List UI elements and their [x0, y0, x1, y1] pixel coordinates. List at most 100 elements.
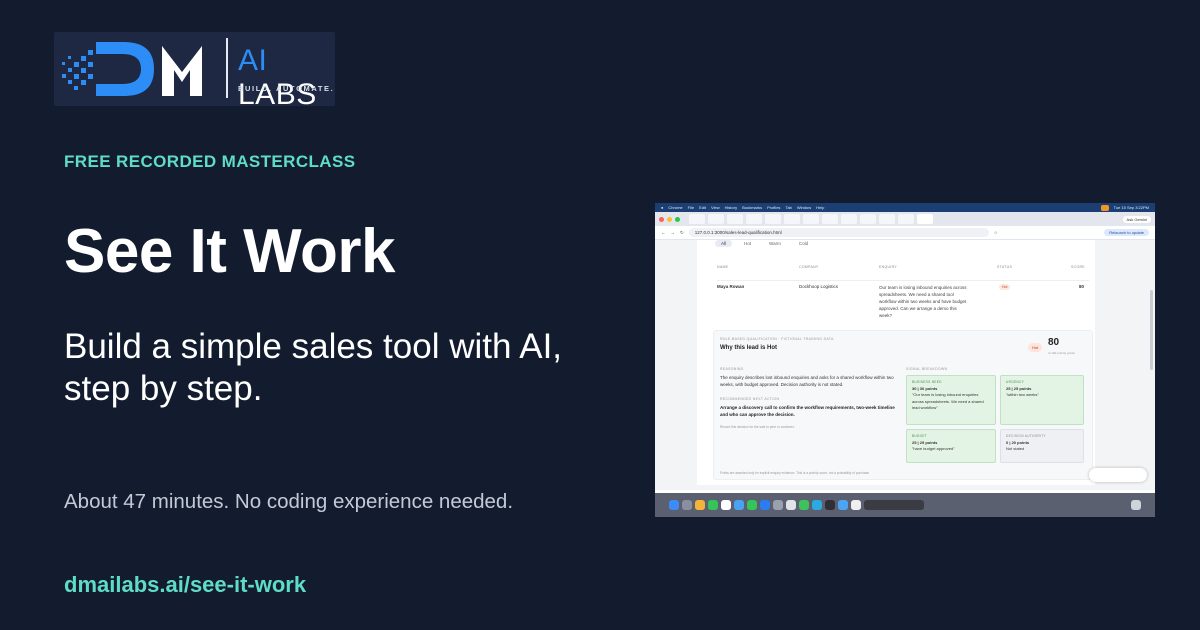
app-screenshot: ● Chrome File Edit View History Bookmark…: [655, 203, 1155, 517]
chrome-icon[interactable]: [734, 500, 744, 510]
lead-company: Dockhoop Logistics: [799, 284, 839, 289]
mac-menubar: ● Chrome File Edit View History Bookmark…: [655, 203, 1155, 212]
browser-tab[interactable]: [765, 214, 781, 224]
next-action-label: RECOMMENDED NEXT ACTION: [720, 397, 780, 401]
dock-recent-windows[interactable]: [864, 500, 924, 510]
subheadline: Build a simple sales tool with AI, step …: [64, 327, 563, 408]
menu-help: Help: [816, 205, 825, 210]
signal-quote: "have budget approved": [912, 446, 955, 451]
calendar-icon[interactable]: [721, 500, 731, 510]
column-header: SCORE: [1071, 265, 1085, 269]
eyebrow-label: FREE RECORDED MASTERCLASS: [64, 152, 356, 171]
forward-icon[interactable]: →: [671, 230, 676, 235]
browser-tab[interactable]: [822, 214, 838, 224]
messages-icon[interactable]: [799, 500, 809, 510]
browser-tab[interactable]: [860, 214, 876, 224]
course-url[interactable]: dmailabs.ai/see-it-work: [64, 572, 306, 598]
filter-all[interactable]: All: [715, 240, 733, 247]
reload-icon[interactable]: ↻: [680, 230, 684, 236]
appstore-icon[interactable]: [760, 500, 770, 510]
numbers-icon[interactable]: [747, 500, 757, 510]
address-bar: ← → ↻ 127.0.0.1:3000/sales-lead-qualific…: [655, 226, 1155, 240]
leads-card: All Hot Warm Cold NAME COMPANY ENQUIRY S…: [697, 240, 1095, 485]
launchpad-icon[interactable]: [682, 500, 692, 510]
signal-quote: Not stated: [1006, 446, 1025, 451]
maximize-icon[interactable]: [675, 216, 680, 222]
logo-divider: [226, 38, 228, 98]
menu-window: Window: [796, 205, 812, 210]
recording-icon: [1100, 204, 1109, 211]
close-icon[interactable]: [659, 216, 664, 222]
reasoning-label: REASONING: [720, 367, 744, 371]
settings-icon[interactable]: [773, 500, 783, 510]
signal-card: BUDGET 25 | 25 points "have budget appro…: [906, 429, 996, 463]
table-row[interactable]: Maya Rowan Dockhoop Logistics Our team i…: [717, 280, 1089, 320]
relaunch-button[interactable]: Relaunch to update: [1104, 229, 1149, 236]
score-caption: of 100 priority points: [1048, 351, 1076, 355]
browser-tab[interactable]: [841, 214, 857, 224]
menu-tab: Tab: [785, 205, 792, 210]
browser-tab[interactable]: [708, 214, 724, 224]
brand-tagline: BUILD. AUTOMATE. TRANSFORM WITH AI.: [238, 84, 335, 93]
status-filters: All Hot Warm Cold: [715, 240, 814, 247]
menu-profiles: Profiles: [767, 205, 781, 210]
lead-score: 80: [1079, 284, 1085, 289]
column-header: STATUS: [997, 265, 1013, 269]
telegram-icon[interactable]: [812, 500, 822, 510]
brand-ai: AI: [238, 44, 268, 77]
browser-tab[interactable]: [898, 214, 914, 224]
filter-cold[interactable]: Cold: [793, 240, 814, 247]
photos-icon[interactable]: [695, 500, 705, 510]
back-icon[interactable]: ←: [661, 230, 666, 235]
floating-toolbar[interactable]: [1089, 468, 1147, 482]
bookmark-icon[interactable]: ☆: [994, 230, 998, 236]
next-action-text: Arrange a discovery call to confirm the …: [720, 405, 895, 417]
status-badge: Hot: [1028, 343, 1043, 352]
mac-dock: [655, 493, 1155, 517]
browser-tab[interactable]: [879, 214, 895, 224]
status-badge: Hot: [999, 284, 1011, 290]
app-page: All Hot Warm Cold NAME COMPANY ENQUIRY S…: [655, 240, 1155, 490]
signal-quote: "within two weeks": [1006, 392, 1039, 397]
menu-chrome: Chrome: [668, 205, 683, 210]
notes-icon[interactable]: [851, 500, 861, 510]
browser-tab[interactable]: [746, 214, 762, 224]
minimize-icon[interactable]: [667, 216, 672, 222]
filter-warm[interactable]: Warm: [763, 240, 787, 247]
detail-footnote: Points are awarded only for explicit enq…: [720, 471, 870, 475]
filter-hot[interactable]: Hot: [738, 240, 757, 247]
window-controls: [659, 216, 680, 222]
brand-logo: AI LABS BUILD. AUTOMATE. TRANSFORM WITH …: [54, 32, 335, 106]
signal-card: BUSINESS NEED 30 | 30 points "Our team i…: [906, 375, 996, 425]
column-header: COMPANY: [799, 265, 819, 269]
menu-view: View: [711, 205, 720, 210]
browser-tab[interactable]: [803, 214, 819, 224]
next-action-note: Record this decision for the sale to pee…: [720, 425, 795, 429]
menu-bookmarks: Bookmarks: [742, 205, 763, 210]
detail-score: 80: [1048, 337, 1060, 348]
lead-detail-panel: RULE-BASED QUALIFICATION · FICTIONAL TRA…: [713, 330, 1093, 480]
finder-icon[interactable]: [669, 500, 679, 510]
duration-note: About 47 minutes. No coding experience n…: [64, 490, 514, 513]
lead-name: Maya Rowan: [717, 284, 745, 289]
terminal-icon[interactable]: [825, 500, 835, 510]
signal-card: URGENCY 25 | 25 points "within two weeks…: [1000, 375, 1084, 425]
app-icon[interactable]: [786, 500, 796, 510]
column-header: NAME: [717, 265, 729, 269]
lead-enquiry: Our team is losing inbound enquiries acr…: [879, 285, 967, 318]
reasoning-text: The enquiry describes lost inbound enqui…: [720, 375, 894, 387]
browser-tab-active[interactable]: [917, 214, 933, 224]
url-field[interactable]: 127.0.0.1:3000/sales-lead-qualification.…: [688, 228, 989, 237]
scrollbar[interactable]: [1150, 290, 1153, 370]
browser-tab[interactable]: [689, 214, 705, 224]
menu-edit: Edit: [699, 205, 707, 210]
browser-tab[interactable]: [784, 214, 800, 224]
safari-icon[interactable]: [838, 500, 848, 510]
browser-tabbar: Ask Gemini: [655, 212, 1155, 226]
tagline-text: BUILD. AUTOMATE. TRANSFORM WITH: [238, 84, 335, 93]
signal-quote: "Our team is losing inbound enquiries ac…: [912, 392, 984, 410]
trash-icon[interactable]: [1131, 500, 1141, 510]
facetime-icon[interactable]: [708, 500, 718, 510]
ask-gemini-button[interactable]: Ask Gemini: [1122, 215, 1151, 223]
browser-tab[interactable]: [727, 214, 743, 224]
